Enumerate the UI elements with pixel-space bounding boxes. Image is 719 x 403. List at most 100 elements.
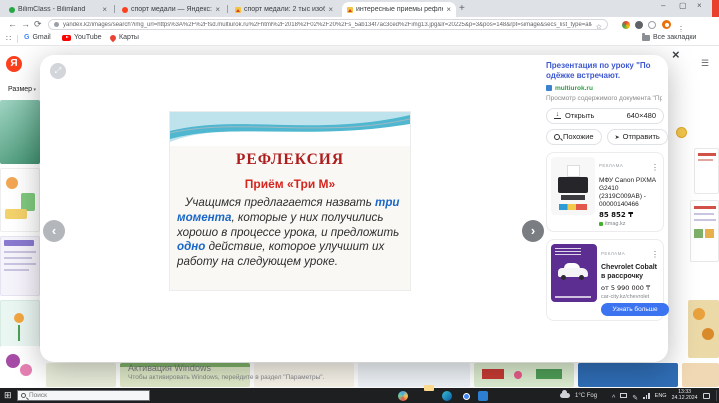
source-site-row[interactable]: multiurok.ru bbox=[546, 85, 664, 92]
next-image-button[interactable] bbox=[522, 220, 544, 242]
reload-icon[interactable] bbox=[34, 19, 42, 30]
pinned-app-icon[interactable] bbox=[478, 391, 488, 401]
taskbar-search-input[interactable] bbox=[29, 392, 139, 399]
slide-title: РЕФЛЕКСИЯ bbox=[170, 151, 410, 169]
back-icon[interactable] bbox=[8, 19, 17, 29]
windows-activation-watermark: Активация Windows bbox=[128, 363, 211, 373]
tab-bilimclass[interactable]: BilimClass - Bilimland bbox=[4, 2, 112, 17]
bookmark-star-icon[interactable] bbox=[596, 16, 602, 34]
profile-avatar[interactable] bbox=[662, 20, 671, 29]
viewer-close-icon[interactable] bbox=[672, 49, 680, 61]
extension-icon-2[interactable] bbox=[635, 21, 643, 29]
ad-site-row[interactable]: itmag.kz bbox=[599, 221, 659, 227]
size-filter-dropdown[interactable]: Размер bbox=[8, 86, 36, 93]
window-close-button[interactable]: × bbox=[697, 1, 702, 10]
tab-close-icon[interactable] bbox=[215, 5, 220, 14]
ad-title[interactable]: МФУ Canon PIXMA G2410 (2319C009AB) - 000… bbox=[599, 177, 659, 210]
widgets-icon[interactable] bbox=[398, 391, 408, 401]
tab-sport-medals-images[interactable]: спорт медали: 2 тыс изобра bbox=[230, 2, 338, 17]
taskbar-weather[interactable]: 1°C Fog bbox=[560, 388, 597, 403]
yandex-logo[interactable]: Я bbox=[6, 56, 22, 72]
image-description: Просмотр содержимого документа "Презент… bbox=[546, 95, 662, 102]
apps-grid-icon[interactable] bbox=[6, 34, 11, 43]
result-thumbnail[interactable] bbox=[682, 363, 719, 387]
forward-icon[interactable] bbox=[21, 19, 30, 29]
tab-sport-medals-search[interactable]: спорт медали — Яндекс: наш bbox=[117, 2, 225, 17]
image-viewer-modal: РЕФЛЕКСИЯ Приём «Три М» Учащимся предлаг… bbox=[40, 55, 668, 362]
ad-image-car bbox=[551, 244, 597, 302]
share-button[interactable]: Отправить bbox=[607, 129, 668, 145]
new-tab-button[interactable] bbox=[459, 3, 465, 14]
bilimland-favicon-icon bbox=[9, 7, 15, 13]
result-thumbnail[interactable] bbox=[690, 200, 719, 262]
youtube-icon bbox=[62, 35, 71, 41]
url-text: yandex.kz/images/search?img_url=https%3A… bbox=[63, 22, 592, 28]
result-thumbnail[interactable] bbox=[578, 363, 678, 387]
screen: BilimClass - Bilimland спорт медали — Ян… bbox=[0, 0, 719, 403]
result-thumbnail[interactable] bbox=[0, 236, 40, 296]
ad-image-printer bbox=[551, 157, 595, 215]
bookmark-gmail[interactable]: G Gmail bbox=[24, 34, 51, 41]
result-thumbnail[interactable] bbox=[676, 127, 687, 138]
ad-price: 85 852 ₸ bbox=[599, 211, 659, 219]
tab-close-icon[interactable] bbox=[446, 5, 451, 14]
fullscreen-icon[interactable] bbox=[50, 63, 66, 79]
show-desktop-button[interactable] bbox=[716, 390, 717, 401]
result-thumbnail[interactable] bbox=[0, 346, 40, 388]
result-thumbnail[interactable] bbox=[474, 363, 574, 387]
action-center-icon[interactable] bbox=[703, 393, 710, 399]
all-bookmarks-button[interactable]: Все закладки bbox=[642, 34, 696, 41]
result-thumbnail[interactable] bbox=[688, 300, 719, 358]
ad-price: от 5 990 000 ₸ bbox=[601, 284, 659, 292]
result-thumbnail[interactable] bbox=[46, 363, 116, 387]
ad-site-row[interactable]: car-city.kz/chevrolet bbox=[601, 294, 659, 300]
language-indicator[interactable]: ENG bbox=[655, 393, 667, 399]
page-menu-icon[interactable] bbox=[701, 53, 709, 71]
bookmarks-separator bbox=[17, 35, 18, 43]
edge-icon[interactable] bbox=[442, 391, 452, 401]
start-button[interactable] bbox=[4, 390, 12, 401]
all-bookmarks-label: Все закладки bbox=[653, 34, 696, 41]
open-image-button[interactable]: Открыть 640×480 bbox=[546, 108, 664, 124]
tray-expand-icon[interactable] bbox=[612, 387, 615, 403]
map-pin-icon bbox=[109, 33, 117, 41]
yandex-images-page: Я Размер bbox=[0, 46, 719, 388]
address-bar[interactable]: yandex.kz/images/search?img_url=https%3A… bbox=[48, 19, 608, 30]
window-maximize-button[interactable]: ▢ bbox=[679, 1, 687, 10]
bookmark-youtube[interactable]: YouTube bbox=[62, 34, 102, 41]
viewed-image-slide[interactable]: РЕФЛЕКСИЯ Приём «Три М» Учащимся предлаг… bbox=[170, 112, 410, 290]
ad-site-name: car-city.kz/chevrolet bbox=[601, 294, 649, 300]
tab-close-icon[interactable] bbox=[102, 5, 107, 14]
search-icon bbox=[21, 393, 26, 398]
ad-learn-more-button[interactable]: Узнать больше bbox=[601, 303, 669, 316]
tab-separator bbox=[114, 5, 115, 13]
slide-body: Учащимся предлагается назвать три момент… bbox=[170, 196, 410, 270]
ad-menu-icon[interactable] bbox=[651, 157, 659, 175]
result-thumbnail[interactable] bbox=[0, 100, 40, 164]
similar-images-button[interactable]: Похожие bbox=[546, 129, 602, 145]
ad-label: РЕКЛАМА bbox=[601, 251, 625, 256]
ad-card-car[interactable]: РЕКЛАМА Chevrolet Cobalt в рассрочку от … bbox=[546, 239, 664, 321]
network-icon[interactable] bbox=[643, 393, 650, 399]
result-thumbnail[interactable] bbox=[694, 148, 719, 194]
slide-body-text: Учащимся предлагается назвать bbox=[185, 196, 375, 209]
image-title-link[interactable]: Презентация по уроку "По одёжке встречаю… bbox=[546, 61, 664, 82]
display-icon[interactable] bbox=[620, 393, 627, 398]
window-minimize-button[interactable]: – bbox=[661, 1, 665, 10]
result-thumbnail[interactable] bbox=[0, 168, 40, 232]
ad-title[interactable]: Chevrolet Cobalt в рассрочку bbox=[601, 264, 659, 282]
tab-separator bbox=[227, 5, 228, 13]
taskbar-search[interactable] bbox=[17, 390, 150, 401]
pen-icon[interactable] bbox=[632, 387, 638, 403]
extension-icon-3[interactable] bbox=[648, 21, 656, 29]
ad-card-printer[interactable]: РЕКЛАМА МФУ Canon PIXMA G2410 (2319C009A… bbox=[546, 152, 664, 233]
extension-icon-1[interactable] bbox=[622, 21, 630, 29]
ad-menu-icon[interactable] bbox=[651, 244, 659, 262]
tab-reflection-techniques-active[interactable]: интересные приемы рефлекс bbox=[342, 2, 456, 17]
previous-image-button[interactable] bbox=[43, 220, 65, 242]
tab-close-icon[interactable] bbox=[328, 5, 333, 14]
site-info-icon[interactable] bbox=[54, 22, 59, 27]
bookmark-maps[interactable]: Карты bbox=[110, 34, 139, 41]
taskbar-clock[interactable]: 13:33 24.12.2024 bbox=[672, 390, 698, 402]
share-label: Отправить bbox=[623, 132, 660, 141]
